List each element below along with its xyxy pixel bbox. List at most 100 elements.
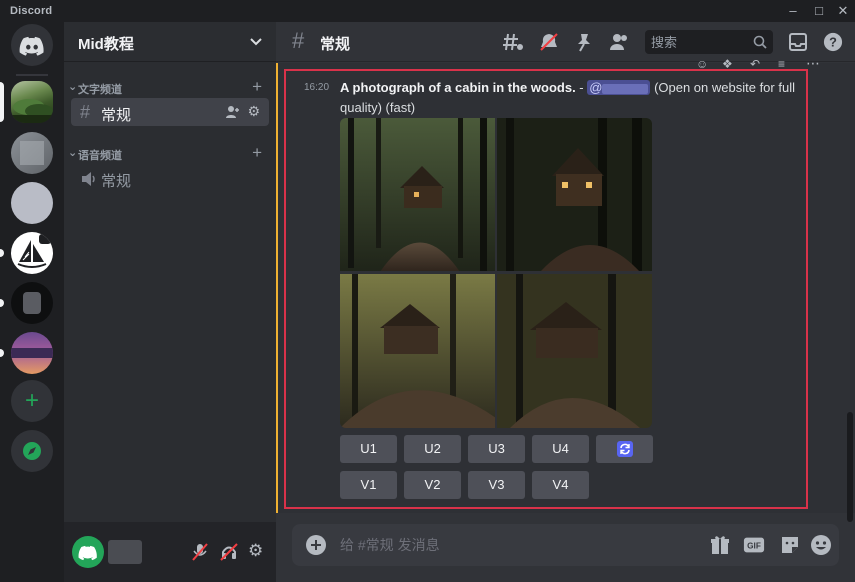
discord-logo-icon	[78, 545, 97, 561]
app-title: Discord	[10, 5, 53, 17]
server-dark[interactable]	[11, 282, 53, 324]
channel-voice-general[interactable]: 常规	[71, 164, 269, 192]
channel-text-general[interactable]: # 常规 ⚙	[71, 98, 269, 126]
generated-image-grid[interactable]	[340, 118, 652, 428]
server-light[interactable]	[11, 182, 53, 224]
explore-button[interactable]	[11, 430, 53, 472]
server-sunset[interactable]	[11, 332, 53, 374]
hashtag-icon: #	[80, 102, 91, 122]
variation-button-1[interactable]: V1	[340, 471, 397, 499]
message-list: ☺ ❖ ↶ ≡ ⋯ 16:20 A photograph of a cabin …	[276, 55, 855, 523]
channel-title: 常规	[320, 36, 351, 53]
emoji-icon[interactable]	[810, 534, 832, 556]
category-label: 语音频道	[78, 150, 122, 162]
member-list-icon[interactable]	[608, 32, 630, 52]
create-channel-icon[interactable]: +	[252, 78, 262, 95]
speaker-icon	[82, 172, 95, 186]
unread-dot	[0, 249, 4, 257]
threads-icon[interactable]	[502, 32, 524, 52]
scrollbar[interactable]	[847, 412, 853, 522]
maximize-icon[interactable]: □	[810, 2, 828, 20]
search-icon	[753, 35, 767, 49]
add-server-button[interactable]: +	[11, 380, 53, 422]
category-chevron-icon: ⌄	[68, 81, 78, 93]
category-text[interactable]: ⌄ 文字频道 +	[64, 78, 276, 96]
variation-button-4[interactable]: V4	[532, 471, 589, 499]
compass-icon	[23, 442, 41, 460]
user-panel: ⚙	[64, 522, 276, 582]
mic-muted-icon[interactable]	[192, 543, 208, 561]
prompt-separator: -	[575, 80, 588, 95]
pin-icon[interactable]	[572, 32, 594, 52]
plus-icon: +	[24, 387, 39, 414]
server-dark-image	[23, 292, 41, 314]
category-label: 文字频道	[78, 84, 122, 96]
active-server-pill	[0, 82, 4, 122]
message-timestamp: 16:20	[304, 82, 330, 93]
server-sunset-image	[11, 348, 53, 358]
cabin-grid-image	[340, 118, 652, 428]
category-chevron-icon: ⌄	[68, 147, 78, 159]
unread-dot	[0, 349, 4, 357]
server-gray[interactable]	[11, 132, 53, 174]
bot-message: ☺ ❖ ↶ ≡ ⋯ 16:20 A photograph of a cabin …	[276, 55, 855, 513]
chat-area: # 常规 搜索 ? ☺ ❖ ↶ ≡ ⋯ 16:20 A photograph o…	[276, 22, 855, 582]
title-bar: Discord – □ ✕	[0, 0, 855, 22]
variation-button-2[interactable]: V2	[404, 471, 461, 499]
avatar[interactable]	[72, 536, 104, 568]
channel-label: 常规	[101, 107, 132, 124]
inbox-icon[interactable]	[787, 32, 809, 52]
chevron-down-icon	[250, 38, 262, 46]
prompt-text: A photograph of a cabin in the woods.	[340, 80, 576, 95]
invite-member-icon[interactable]	[225, 105, 241, 119]
headphones-deafened-icon[interactable]	[220, 543, 238, 561]
svg-text:GIF: GIF	[747, 542, 761, 551]
channel-header: # 常规 搜索 ?	[276, 22, 855, 62]
more-options-icon[interactable]: ⋯	[806, 55, 820, 72]
minimize-icon[interactable]: –	[784, 2, 802, 20]
channel-sidebar: Mid教程 ⌄ 文字频道 + # 常规 ⚙ ⌄ 语音频道 + 常规 ⚙	[64, 22, 276, 582]
create-channel-icon[interactable]: +	[252, 144, 262, 161]
guild-header[interactable]: Mid教程	[64, 22, 276, 62]
message-composer: GIF	[292, 524, 839, 566]
close-icon[interactable]: ✕	[834, 2, 852, 20]
variation-button-3[interactable]: V3	[468, 471, 525, 499]
notification-muted-icon[interactable]	[538, 32, 560, 52]
help-icon[interactable]: ?	[822, 32, 844, 52]
upscale-button-3[interactable]: U3	[468, 435, 525, 463]
rail-divider	[16, 74, 48, 76]
settings-gear-icon[interactable]: ⚙	[247, 103, 260, 120]
server-forest-image	[11, 99, 53, 123]
discord-logo-icon	[19, 36, 44, 56]
username-redacted	[108, 540, 142, 564]
search-box[interactable]	[645, 30, 773, 54]
message-input[interactable]	[340, 535, 680, 555]
server-rail: +	[0, 22, 64, 582]
unread-dot	[0, 299, 4, 307]
server-midjourney[interactable]	[11, 232, 53, 274]
reroll-button[interactable]	[596, 435, 653, 463]
refresh-icon	[616, 441, 633, 457]
server-gray-image	[20, 141, 44, 165]
upscale-button-2[interactable]: U2	[404, 435, 461, 463]
mention-accent-bar	[276, 63, 278, 513]
guild-name: Mid教程	[78, 36, 134, 53]
hashtag-icon: #	[292, 28, 305, 53]
sticker-icon[interactable]	[779, 534, 801, 556]
server-forest[interactable]	[11, 81, 53, 123]
add-attachment-icon[interactable]	[306, 535, 326, 555]
user-mention[interactable]: @	[587, 80, 651, 95]
channel-label: 常规	[101, 173, 132, 190]
category-voice[interactable]: ⌄ 语音频道 +	[64, 144, 276, 162]
home-button[interactable]	[11, 24, 53, 66]
svg-text:?: ?	[829, 35, 837, 50]
gif-icon[interactable]: GIF	[743, 534, 765, 556]
search-input[interactable]	[651, 33, 751, 51]
discord-app: Discord – □ ✕ + Mid教程 ⌄ 文字频道 + # 常规 ⚙ ⌄ …	[0, 0, 855, 582]
gift-icon[interactable]	[709, 534, 731, 556]
upscale-button-1[interactable]: U1	[340, 435, 397, 463]
bot-badge	[39, 234, 51, 244]
upscale-button-4[interactable]: U4	[532, 435, 589, 463]
user-settings-icon[interactable]: ⚙	[248, 541, 263, 561]
message-content: A photograph of a cabin in the woods. - …	[340, 78, 802, 118]
